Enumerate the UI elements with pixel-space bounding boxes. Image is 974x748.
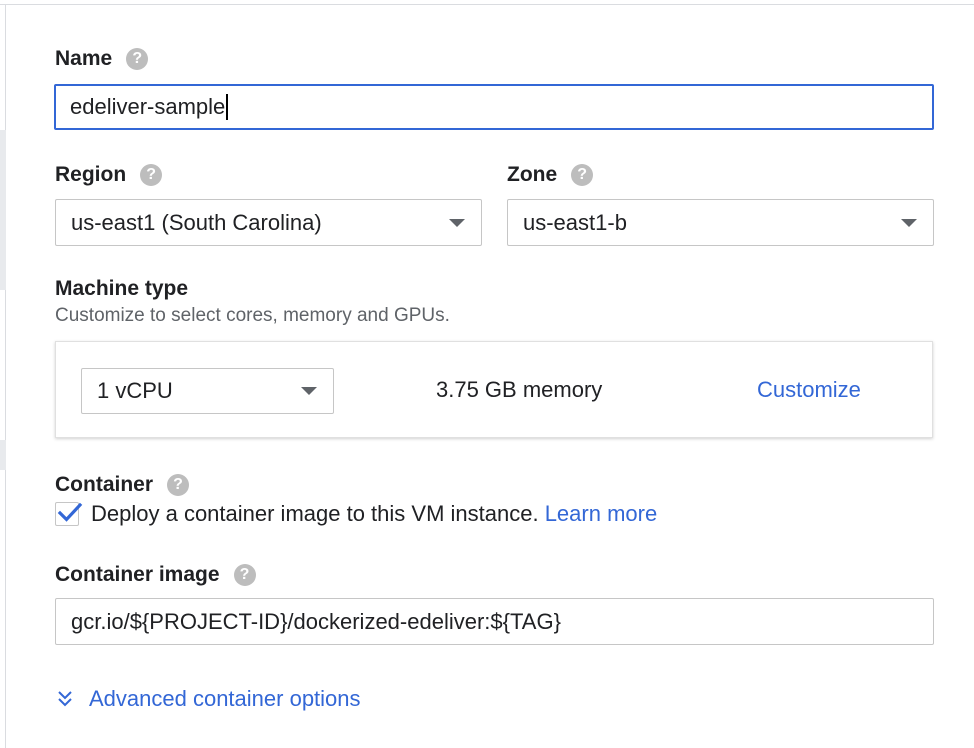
zone-select[interactable]: us-east1-b: [507, 199, 934, 246]
advanced-container-options-label: Advanced container options: [89, 686, 361, 711]
deploy-container-row: Deploy a container image to this VM inst…: [55, 501, 657, 527]
left-panel-edge: [0, 440, 6, 470]
cpu-select-value: 1 vCPU: [97, 378, 173, 403]
container-label: Container ?: [55, 471, 190, 499]
memory-text: 3.75 GB memory: [436, 377, 603, 402]
name-label-text: Name: [55, 47, 113, 70]
name-label: Name ?: [55, 45, 149, 73]
help-icon[interactable]: ?: [140, 164, 163, 186]
dropdown-arrow-icon: [901, 218, 917, 227]
region-select[interactable]: us-east1 (South Carolina): [55, 199, 482, 246]
learn-more-link[interactable]: Learn more: [545, 501, 658, 526]
zone-select-value: us-east1-b: [523, 209, 627, 235]
create-instance-form: Name ? edeliver-sample Region ? us-east1…: [0, 0, 974, 748]
region-select-value: us-east1 (South Carolina): [71, 209, 322, 235]
container-label-text: Container: [55, 473, 154, 496]
customize-link[interactable]: Customize: [757, 377, 861, 403]
name-input[interactable]: edeliver-sample: [54, 84, 934, 130]
container-image-value: gcr.io/${PROJECT-ID}/dockerized-edeliver…: [71, 608, 561, 634]
cpu-select[interactable]: 1 vCPU: [81, 368, 334, 414]
machine-type-label-text: Machine type: [55, 277, 189, 300]
region-label: Region ?: [55, 161, 163, 189]
dropdown-arrow-icon: [301, 387, 317, 395]
deploy-container-text: Deploy a container image to this VM inst…: [91, 501, 657, 527]
advanced-container-options-toggle[interactable]: Advanced container options: [55, 686, 361, 712]
help-icon[interactable]: ?: [233, 564, 256, 586]
double-chevron-down-icon: [58, 691, 72, 707]
zone-label-text: Zone: [507, 163, 558, 186]
deploy-container-label: Deploy a container image to this VM inst…: [91, 501, 539, 526]
help-icon[interactable]: ?: [126, 48, 149, 70]
region-label-text: Region: [55, 163, 127, 186]
help-icon[interactable]: ?: [571, 164, 594, 186]
container-image-label-text: Container image: [55, 563, 220, 586]
container-image-label: Container image ?: [55, 561, 256, 589]
left-divider: [5, 4, 6, 748]
top-divider: [0, 4, 974, 5]
zone-label: Zone ?: [507, 161, 594, 189]
text-cursor: [226, 94, 228, 120]
deploy-container-checkbox[interactable]: [55, 502, 83, 526]
machine-type-description: Customize to select cores, memory and GP…: [55, 305, 450, 326]
checkmark-icon: [57, 502, 83, 522]
help-icon[interactable]: ?: [167, 474, 190, 496]
dropdown-arrow-icon: [449, 218, 465, 227]
container-image-input[interactable]: gcr.io/${PROJECT-ID}/dockerized-edeliver…: [55, 598, 934, 645]
left-panel-edge: [0, 130, 6, 290]
machine-type-card: 1 vCPU 3.75 GB memory Customize: [55, 341, 933, 438]
machine-type-label: Machine type: [55, 275, 188, 303]
name-input-value: edeliver-sample: [70, 94, 226, 119]
